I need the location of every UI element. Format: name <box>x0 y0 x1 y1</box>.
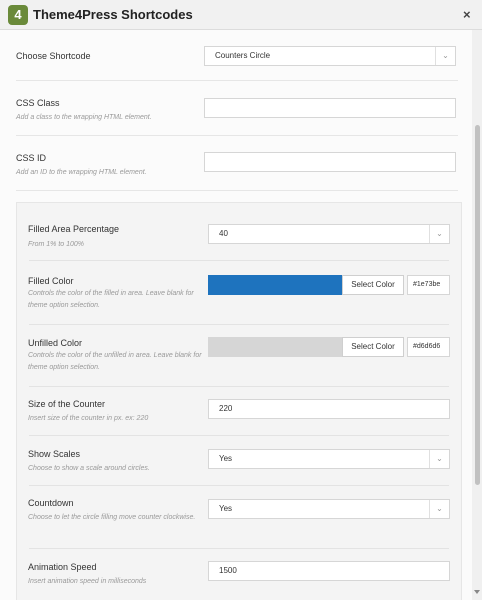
counter-size-label: Size of the Counter <box>28 399 106 409</box>
scrollbar[interactable] <box>472 30 482 600</box>
divider <box>29 435 449 436</box>
scroll-down-arrow-icon[interactable] <box>474 590 480 594</box>
counter-size-description: Insert size of the counter in px. ex: 22… <box>28 415 149 422</box>
css-class-description: Add a class to the wrapping HTML element… <box>16 114 152 121</box>
shortcode-options-panel: Filled Area Percentage From 1% to 100% 4… <box>16 202 462 600</box>
filled-percentage-description: From 1% to 100% <box>28 241 85 248</box>
unfilled-color-description: Controls the color of the unfilled in ar… <box>28 352 202 371</box>
divider <box>16 135 458 136</box>
filled-color-label: Filled Color <box>28 276 74 286</box>
divider <box>29 386 449 387</box>
scrollbar-thumb[interactable] <box>475 125 480 485</box>
show-scales-value: Yes <box>219 454 233 463</box>
show-scales-label: Show Scales <box>28 449 81 459</box>
show-scales-select[interactable]: Yes ⌄ <box>208 449 450 469</box>
css-id-description: Add an ID to the wrapping HTML element. <box>16 169 147 176</box>
filled-percentage-select[interactable]: 40 ⌄ <box>208 224 450 244</box>
chevron-down-icon: ⌄ <box>435 47 455 65</box>
css-class-label: CSS Class <box>16 98 60 108</box>
choose-shortcode-label: Choose Shortcode <box>16 51 91 61</box>
unfilled-color-label: Unfilled Color <box>28 338 83 348</box>
countdown-description: Choose to let the circle filling move co… <box>28 514 196 521</box>
countdown-value: Yes <box>219 504 233 513</box>
filled-percentage-value: 40 <box>219 229 228 238</box>
shortcode-select-value: Counters Circle <box>215 51 271 60</box>
countdown-select[interactable]: Yes ⌄ <box>208 499 450 519</box>
filled-color-swatch[interactable] <box>208 275 342 295</box>
divider <box>29 548 449 549</box>
show-scales-description: Choose to show a scale around circles. <box>28 465 150 472</box>
css-id-label: CSS ID <box>16 153 47 163</box>
dialog-title: Theme4Press Shortcodes <box>33 7 193 22</box>
filled-color-description: Controls the color of the filled in area… <box>28 290 194 309</box>
shortcode-select[interactable]: Counters Circle ⌄ <box>204 46 456 66</box>
animation-speed-input[interactable]: 1500 <box>208 561 450 581</box>
counter-size-input[interactable]: 220 <box>208 399 450 419</box>
unfilled-color-hex-input[interactable]: #d6d6d6 <box>407 337 450 357</box>
filled-color-hex-input[interactable]: #1e73be <box>407 275 450 295</box>
countdown-label: Countdown <box>28 498 74 508</box>
divider <box>16 80 458 81</box>
unfilled-color-swatch[interactable] <box>208 337 342 357</box>
unfilled-select-color-button[interactable]: Select Color <box>342 337 404 357</box>
css-id-input[interactable] <box>204 152 456 172</box>
theme4press-logo-icon: 4 <box>8 5 28 25</box>
divider <box>29 260 449 261</box>
animation-speed-label: Animation Speed <box>28 562 97 572</box>
css-class-input[interactable] <box>204 98 456 118</box>
animation-speed-description: Insert animation speed in milliseconds <box>28 578 147 585</box>
filled-percentage-label: Filled Area Percentage <box>28 224 120 234</box>
dialog-titlebar: 4 Theme4Press Shortcodes × <box>0 0 482 30</box>
divider <box>29 485 449 486</box>
dialog-content: Choose Shortcode Counters Circle ⌄ CSS C… <box>0 30 472 600</box>
divider <box>16 190 458 191</box>
chevron-down-icon: ⌄ <box>429 225 449 243</box>
chevron-down-icon: ⌄ <box>429 500 449 518</box>
chevron-down-icon: ⌄ <box>429 450 449 468</box>
filled-select-color-button[interactable]: Select Color <box>342 275 404 295</box>
close-icon[interactable]: × <box>463 7 471 22</box>
divider <box>29 324 449 325</box>
